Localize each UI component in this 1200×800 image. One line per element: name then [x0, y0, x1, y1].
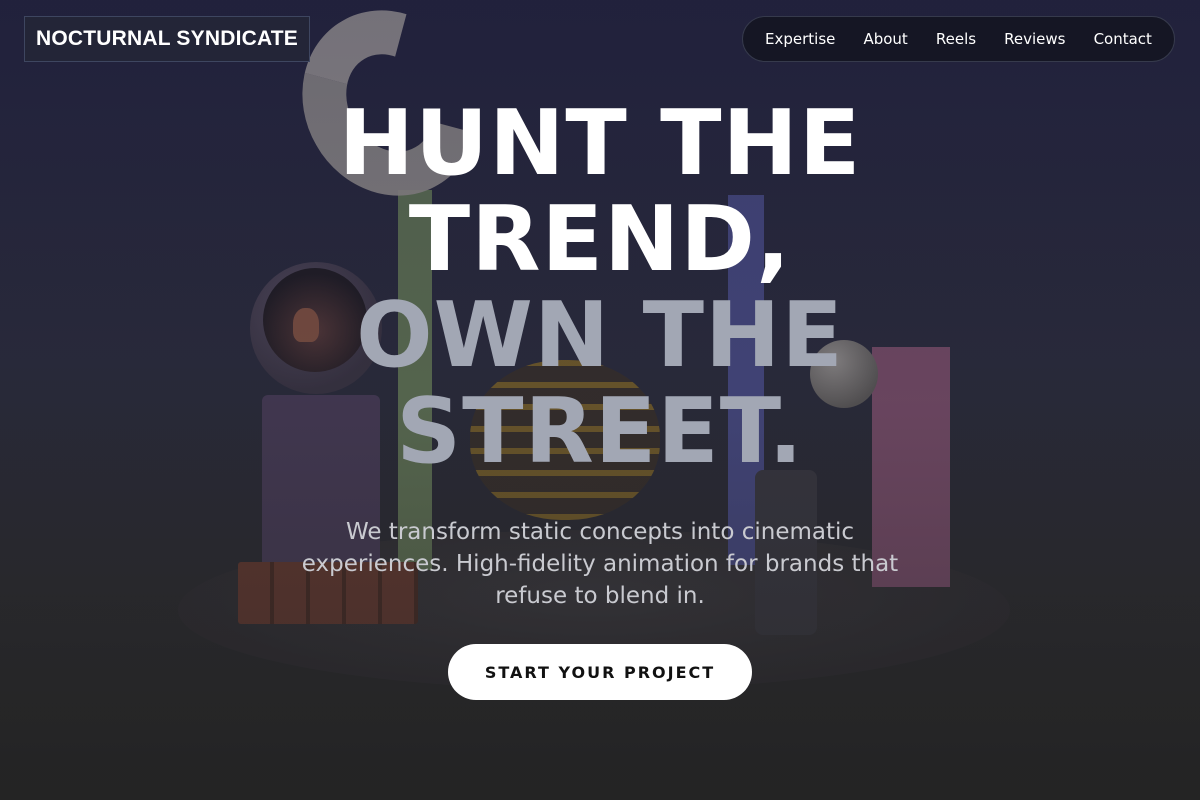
headline-line-3: OWN THE — [356, 283, 844, 388]
hero-description: We transform static concepts into cinema… — [301, 519, 899, 609]
brand-logo[interactable]: NOCTURNAL SYNDICATE — [24, 16, 310, 62]
landing-page: NOCTURNAL SYNDICATE Expertise About Reel… — [0, 0, 1200, 800]
main-nav: Expertise About Reels Reviews Contact — [742, 16, 1175, 62]
nav-item-reviews[interactable]: Reviews — [1004, 30, 1065, 48]
nav-item-about[interactable]: About — [863, 30, 907, 48]
headline-line-4: STREET. — [396, 379, 804, 484]
nav-item-reels[interactable]: Reels — [936, 30, 976, 48]
headline-line-2: TREND, — [408, 187, 792, 292]
headline-line-1: HUNT THE — [338, 91, 862, 196]
hero-headline: HUNT THE TREND, OWN THE STREET. — [0, 96, 1200, 480]
start-project-button[interactable]: START YOUR PROJECT — [448, 644, 752, 700]
nav-item-contact[interactable]: Contact — [1094, 30, 1152, 48]
nav-item-expertise[interactable]: Expertise — [765, 30, 835, 48]
hero-section: HUNT THE TREND, OWN THE STREET. We trans… — [0, 96, 1200, 612]
